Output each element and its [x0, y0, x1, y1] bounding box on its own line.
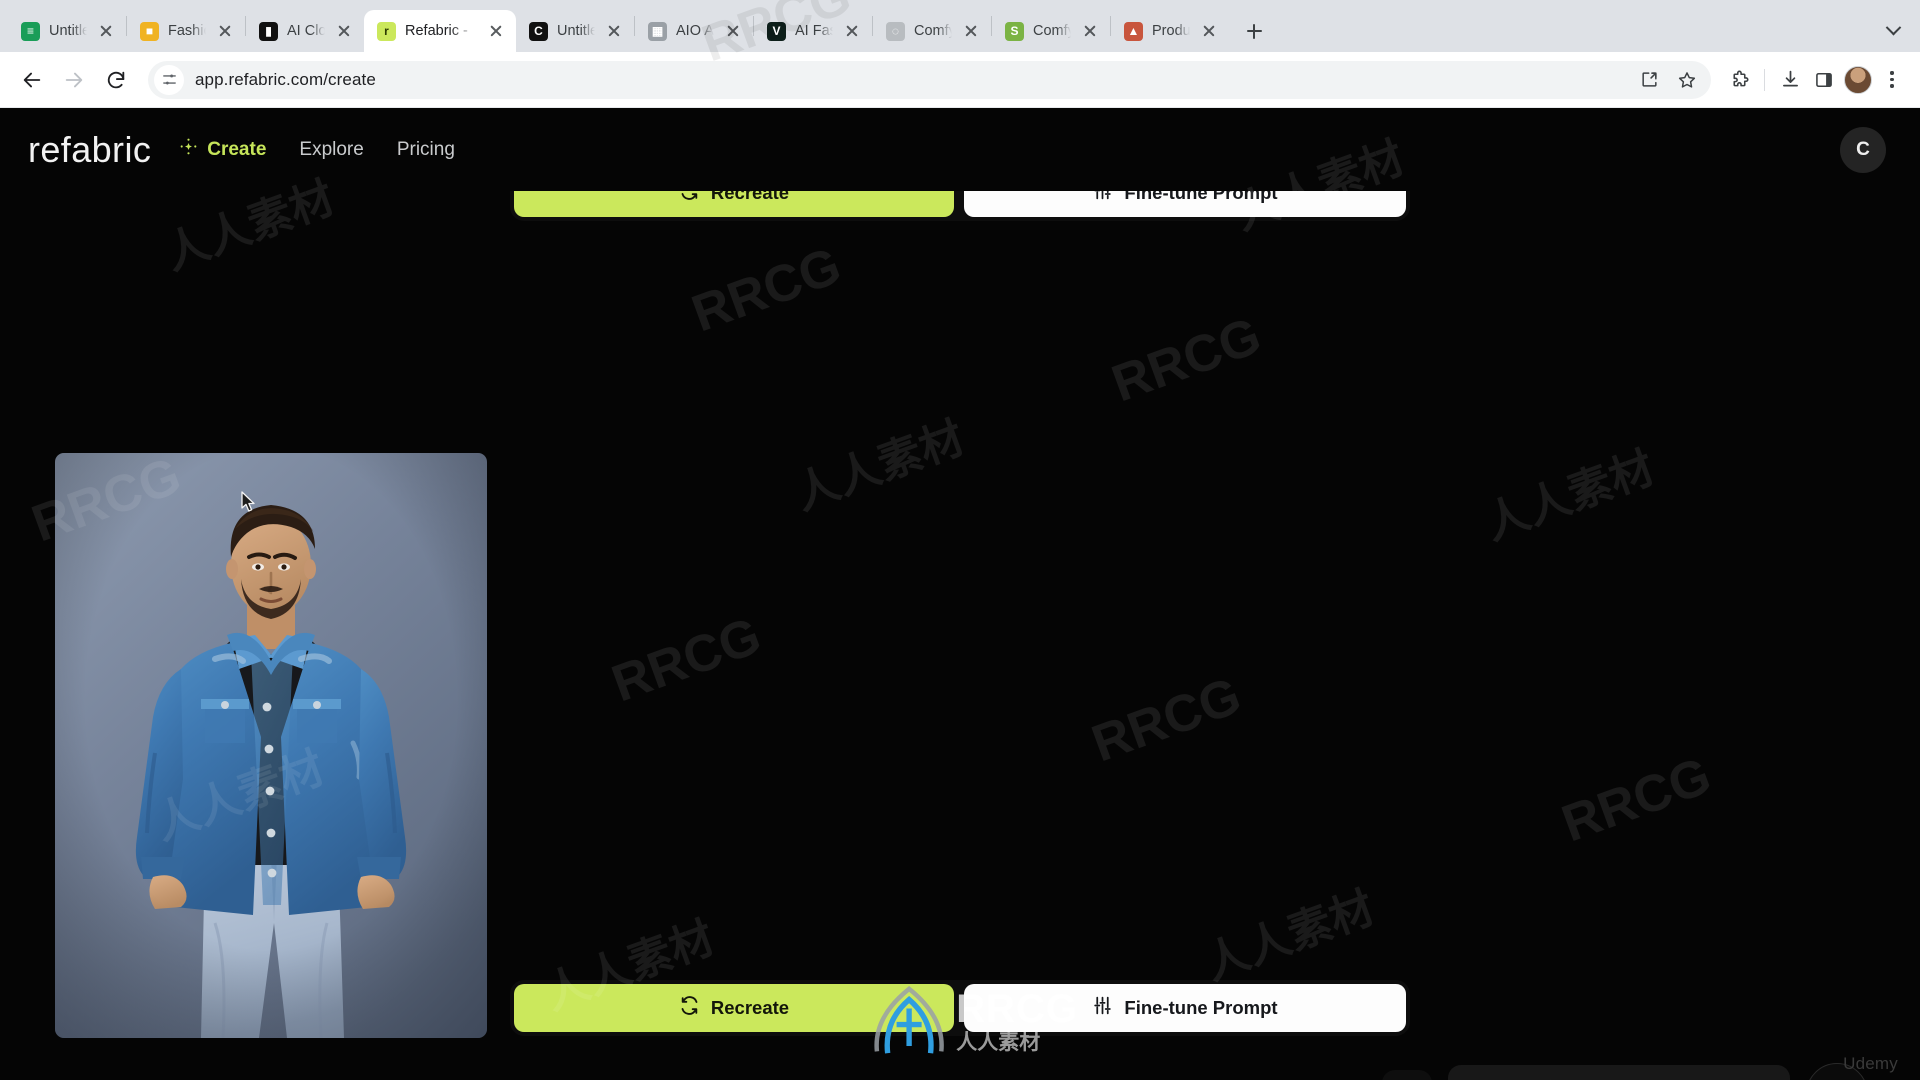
browser-tab-active[interactable]: r Refabric -: [364, 10, 516, 52]
profile-avatar[interactable]: [1842, 64, 1874, 96]
extensions-puzzle-icon[interactable]: [1723, 64, 1755, 96]
tab-title: Untitled -: [557, 23, 595, 39]
globe-icon: ◌: [886, 21, 905, 41]
browser-window: ≡ Untitled sp ■ Fashion De ▮ AI Clothing r Refa…: [0, 0, 1920, 1080]
tab-strip: ≡ Untitled sp ■ Fashion De ▮ AI Clothing r Refa…: [0, 0, 1920, 52]
nav-label-create: Create: [207, 138, 267, 160]
tab-close-button[interactable]: [723, 21, 743, 41]
nav-item-create[interactable]: Create: [179, 137, 266, 162]
new-tab-button[interactable]: [1237, 14, 1271, 48]
site-settings-icon[interactable]: [154, 64, 184, 95]
tab-title: Product te: [1152, 23, 1190, 39]
browser-tab[interactable]: ▦ AIO AI-De: [635, 10, 753, 52]
downloads-icon[interactable]: [1774, 64, 1806, 96]
close-chat-button[interactable]: [1382, 1070, 1432, 1080]
browser-tab[interactable]: C Untitled -: [516, 10, 634, 52]
rrcg-text: RRCG: [956, 987, 1078, 1031]
side-panel-icon[interactable]: [1808, 64, 1840, 96]
recreate-label: Recreate: [710, 997, 790, 1018]
nav-label-explore: Explore: [299, 138, 364, 160]
sheets-icon: ≡: [21, 21, 40, 41]
tab-search-button[interactable]: [1872, 14, 1914, 46]
sliders-icon: [1092, 995, 1113, 1021]
url-text: app.refabric.com/create: [195, 69, 376, 89]
reload-arrow-icon[interactable]: [96, 60, 136, 100]
shopify-icon: S: [1005, 21, 1024, 41]
finetune-prompt-label: Fine-tune Prompt: [1124, 997, 1278, 1018]
browser-tab[interactable]: ■ Fashion De: [127, 10, 245, 52]
vector-icon: V: [767, 21, 786, 41]
tab-title: AIO AI-De: [676, 23, 714, 39]
browser-tab[interactable]: ▲ Product te: [1111, 10, 1229, 52]
tab-title: AI Fashion: [795, 23, 833, 39]
canva-icon: C: [529, 21, 548, 41]
back-arrow-icon[interactable]: [12, 60, 52, 100]
browser-tab[interactable]: ◌ Comfy Clo: [873, 10, 991, 52]
share-screen-icon[interactable]: [1633, 64, 1665, 96]
tab-close-button[interactable]: [215, 21, 235, 41]
refabric-app: refabric Create Explore Pricing C Recrea…: [0, 108, 1920, 1080]
nav-item-pricing[interactable]: Pricing: [397, 139, 455, 161]
refabric-icon: r: [377, 21, 396, 41]
app-nav: Create Explore Pricing: [179, 137, 455, 162]
rrcg-cn-text: 人人素材: [956, 1031, 1041, 1054]
tab-close-button[interactable]: [1080, 21, 1100, 41]
refabric-corner-icon: [1822, 1077, 1852, 1080]
create-canvas: Recreate Fine-tune Prompt Recreate Fine-…: [0, 165, 1920, 1080]
generated-image[interactable]: [55, 453, 487, 1038]
tab-close-button[interactable]: [96, 21, 116, 41]
mouse-cursor: [241, 491, 257, 513]
browser-tab[interactable]: S Comfy Clo: [992, 10, 1110, 52]
refabric-logo[interactable]: refabric: [28, 129, 151, 171]
tab-close-button[interactable]: [486, 21, 506, 41]
tab-title: Refabric -: [405, 23, 468, 39]
chat-greeting-bubble: Hi there 👋 Do you need help on writing y…: [1448, 1065, 1790, 1080]
tab-close-button[interactable]: [842, 21, 862, 41]
bookmark-star-icon[interactable]: [1671, 64, 1703, 96]
forward-arrow-icon[interactable]: [54, 60, 94, 100]
tab-title: Fashion De: [168, 23, 206, 39]
grey-square-icon: ▦: [648, 21, 667, 41]
tab-title: Untitled sp: [49, 23, 87, 39]
browser-menu-icon[interactable]: [1876, 64, 1908, 96]
browser-tab[interactable]: V AI Fashion: [754, 10, 872, 52]
rrcg-logo-watermark: RRCG 人人素材: [868, 975, 1078, 1067]
sparkle-icon: [179, 137, 198, 162]
tab-close-button[interactable]: [961, 21, 981, 41]
nav-label-pricing: Pricing: [396, 138, 455, 160]
toolbar-divider: [1764, 68, 1765, 91]
window-controls: [1872, 14, 1920, 52]
address-bar[interactable]: app.refabric.com/create: [148, 60, 1711, 99]
app-header: refabric Create Explore Pricing C: [0, 108, 1920, 191]
photoshop-icon: ▲: [1124, 21, 1143, 41]
browser-tab[interactable]: ≡ Untitled sp: [8, 10, 126, 52]
browser-tab[interactable]: ▮ AI Clothing: [246, 10, 364, 52]
tab-close-button[interactable]: [604, 21, 624, 41]
tab-title: AI Clothing: [287, 23, 325, 39]
app-dark-icon: ▮: [259, 21, 278, 41]
browser-toolbar: app.refabric.com/create: [0, 52, 1920, 108]
nav-item-explore[interactable]: Explore: [299, 139, 363, 161]
folder-icon: ■: [140, 21, 159, 41]
refresh-icon: [679, 995, 700, 1021]
user-avatar[interactable]: C: [1840, 126, 1886, 173]
tab-close-button[interactable]: [1199, 21, 1219, 41]
tab-title: Comfy Clo: [1033, 23, 1071, 39]
course-watermark: Udemy: [1843, 1054, 1898, 1073]
tab-title: Comfy Clo: [914, 23, 952, 39]
tab-close-button[interactable]: [334, 21, 354, 41]
